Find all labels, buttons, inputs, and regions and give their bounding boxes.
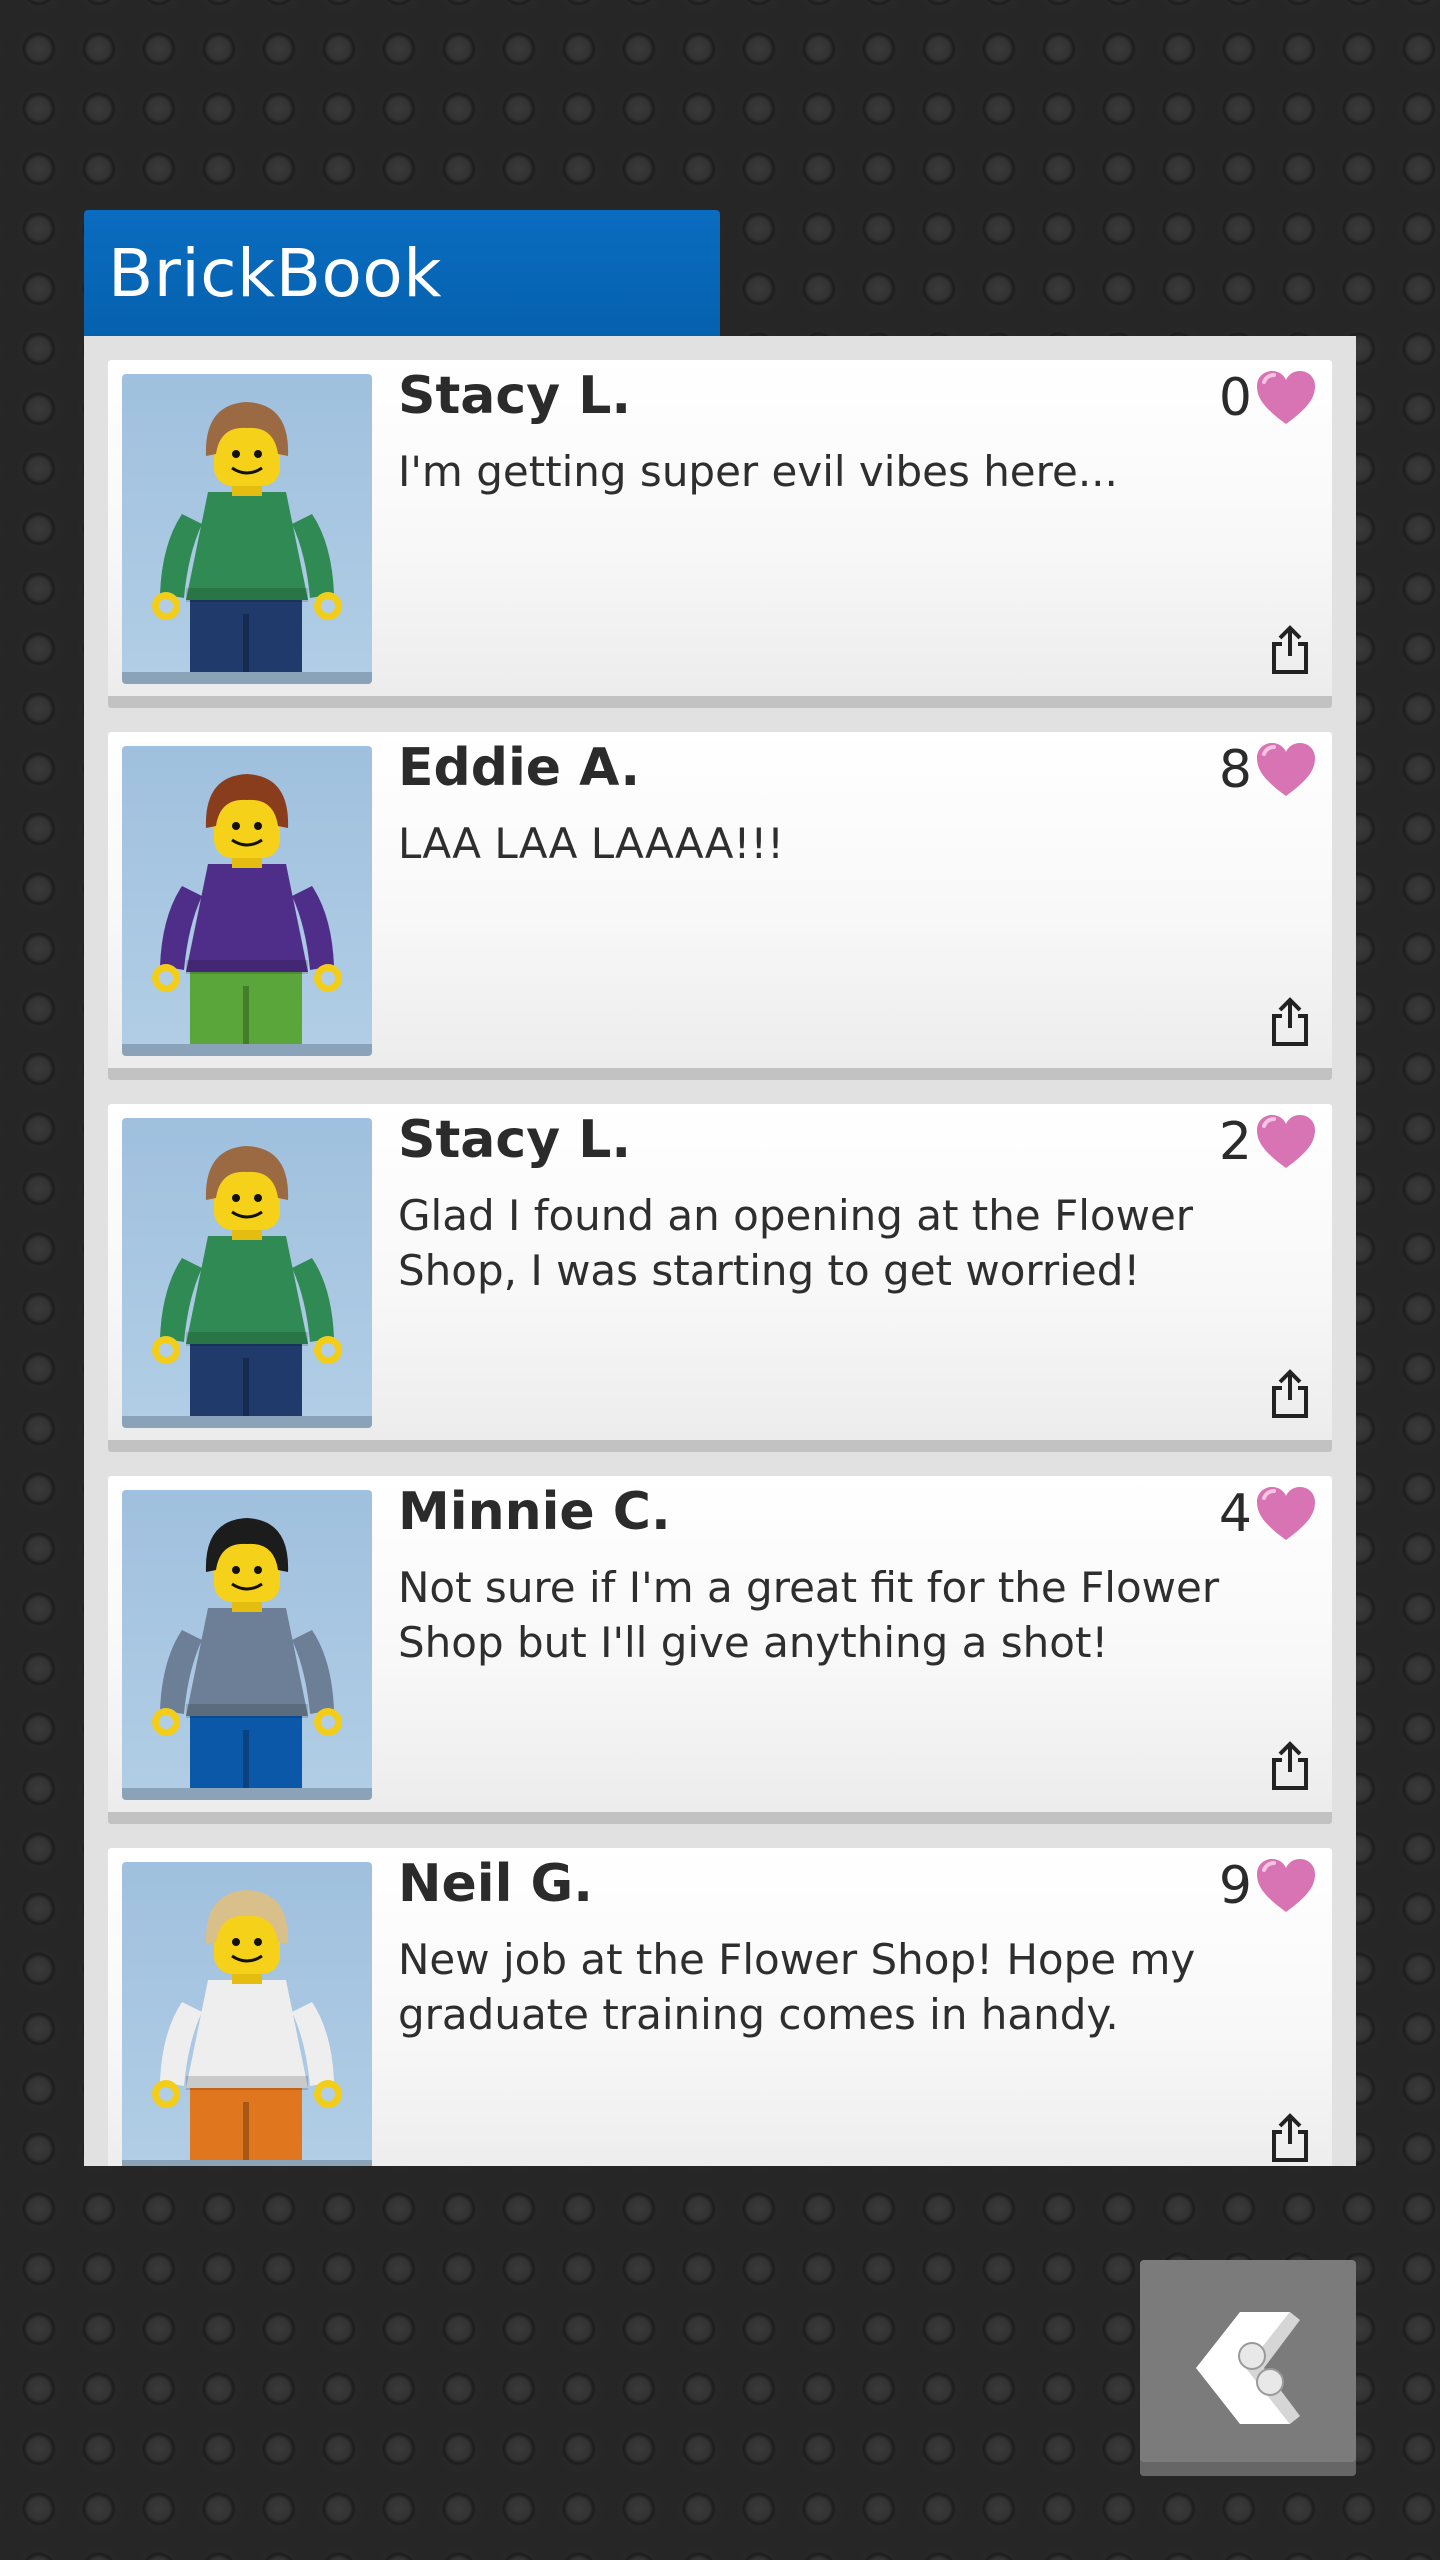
heart-icon[interactable] [1254, 1856, 1318, 1916]
post-author: Stacy L. [398, 366, 632, 426]
minifigure-icon [152, 774, 342, 1056]
post-card[interactable]: Eddie A. 8 LAA LAA LAAAA!!! [108, 732, 1332, 1080]
post-card[interactable]: Stacy L. 2 Glad I found an opening at th… [108, 1104, 1332, 1452]
brick-back-icon [1196, 2312, 1300, 2424]
like-count: 0 [1218, 368, 1252, 428]
avatar[interactable] [122, 1118, 372, 1428]
post-message: I'm getting super evil vibes here... [398, 447, 1118, 496]
share-icon[interactable] [1268, 624, 1312, 676]
app-header: BrickBook [84, 210, 720, 336]
minifigure-icon [152, 402, 342, 684]
avatar[interactable] [122, 746, 372, 1056]
like-counter: 9 [1219, 1856, 1318, 1916]
avatar[interactable] [122, 374, 372, 684]
post-message: New job at the Flower Shop! Hope my grad… [398, 1935, 1196, 2039]
like-count: 2 [1218, 1112, 1252, 1172]
share-icon[interactable] [1268, 1740, 1312, 1792]
minifigure-icon [152, 1146, 342, 1428]
app-title: BrickBook [108, 234, 443, 312]
post-message: Glad I found an opening at the Flower Sh… [398, 1191, 1194, 1295]
post-author: Neil G. [398, 1854, 593, 1914]
share-icon[interactable] [1268, 1368, 1312, 1420]
heart-icon[interactable] [1254, 740, 1318, 800]
like-count: 9 [1218, 1856, 1252, 1916]
post-feed[interactable]: Stacy L. 0 I'm getting super evil vibes … [84, 336, 1356, 2166]
like-count: 8 [1218, 740, 1252, 800]
post-message: Not sure if I'm a great fit for the Flow… [398, 1563, 1220, 1667]
back-button[interactable] [1140, 2260, 1356, 2476]
post-author: Eddie A. [398, 738, 641, 798]
heart-icon[interactable] [1254, 368, 1318, 428]
post-message: LAA LAA LAAAA!!! [398, 819, 784, 868]
like-counter: 8 [1219, 740, 1318, 800]
like-counter: 2 [1219, 1112, 1318, 1172]
minifigure-icon [152, 1518, 342, 1800]
heart-icon[interactable] [1254, 1484, 1318, 1544]
like-counter: 0 [1219, 368, 1318, 428]
like-counter: 4 [1219, 1484, 1318, 1544]
avatar[interactable] [122, 1490, 372, 1800]
minifigure-icon [152, 1890, 342, 2166]
like-count: 4 [1218, 1484, 1252, 1544]
post-card[interactable]: Minnie C. 4 Not sure if I'm a great fit … [108, 1476, 1332, 1824]
heart-icon[interactable] [1254, 1112, 1318, 1172]
post-card[interactable]: Stacy L. 0 I'm getting super evil vibes … [108, 360, 1332, 708]
post-author: Stacy L. [398, 1110, 632, 1170]
share-icon[interactable] [1268, 2112, 1312, 2164]
avatar[interactable] [122, 1862, 372, 2166]
post-card[interactable]: Neil G. 9 New job at the Flower Shop! Ho… [108, 1848, 1332, 2166]
post-author: Minnie C. [398, 1482, 671, 1542]
share-icon[interactable] [1268, 996, 1312, 1048]
